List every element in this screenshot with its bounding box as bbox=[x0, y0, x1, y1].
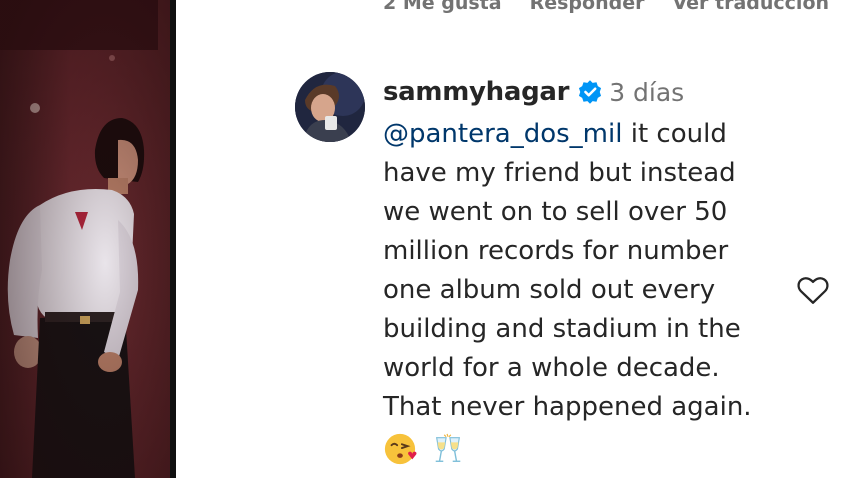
avatar[interactable] bbox=[295, 72, 365, 142]
reply-link[interactable]: Responder bbox=[530, 0, 645, 22]
mention-link[interactable]: @pantera_dos_mil bbox=[383, 119, 622, 149]
avatar-image bbox=[295, 72, 365, 142]
likes-count-link[interactable]: 2 Me gusta bbox=[383, 0, 502, 22]
photo-vignette bbox=[0, 0, 175, 478]
previous-comment-actions: 2 Me gusta Responder Ver traducción bbox=[383, 0, 829, 22]
comment-text: @pantera_dos_mil it could have my friend… bbox=[383, 115, 778, 427]
panel-divider bbox=[170, 0, 176, 478]
verified-badge-icon bbox=[579, 80, 602, 104]
heart-outline-icon[interactable] bbox=[796, 274, 830, 306]
comment-body: it could have my friend but instead we w… bbox=[383, 119, 752, 422]
see-translation-link[interactable]: Ver traducción bbox=[672, 0, 829, 22]
post-photo bbox=[0, 0, 175, 478]
comment: sammyhagar 3 días @pantera_dos_mil it co… bbox=[383, 72, 783, 467]
face-blowing-a-kiss-emoji bbox=[384, 433, 417, 465]
username-link[interactable]: sammyhagar bbox=[383, 77, 569, 107]
comment-age[interactable]: 3 días bbox=[609, 78, 684, 107]
clinking-glasses-emoji bbox=[435, 433, 461, 462]
emoji-line bbox=[383, 431, 783, 467]
comment-header: sammyhagar 3 días bbox=[383, 72, 783, 112]
